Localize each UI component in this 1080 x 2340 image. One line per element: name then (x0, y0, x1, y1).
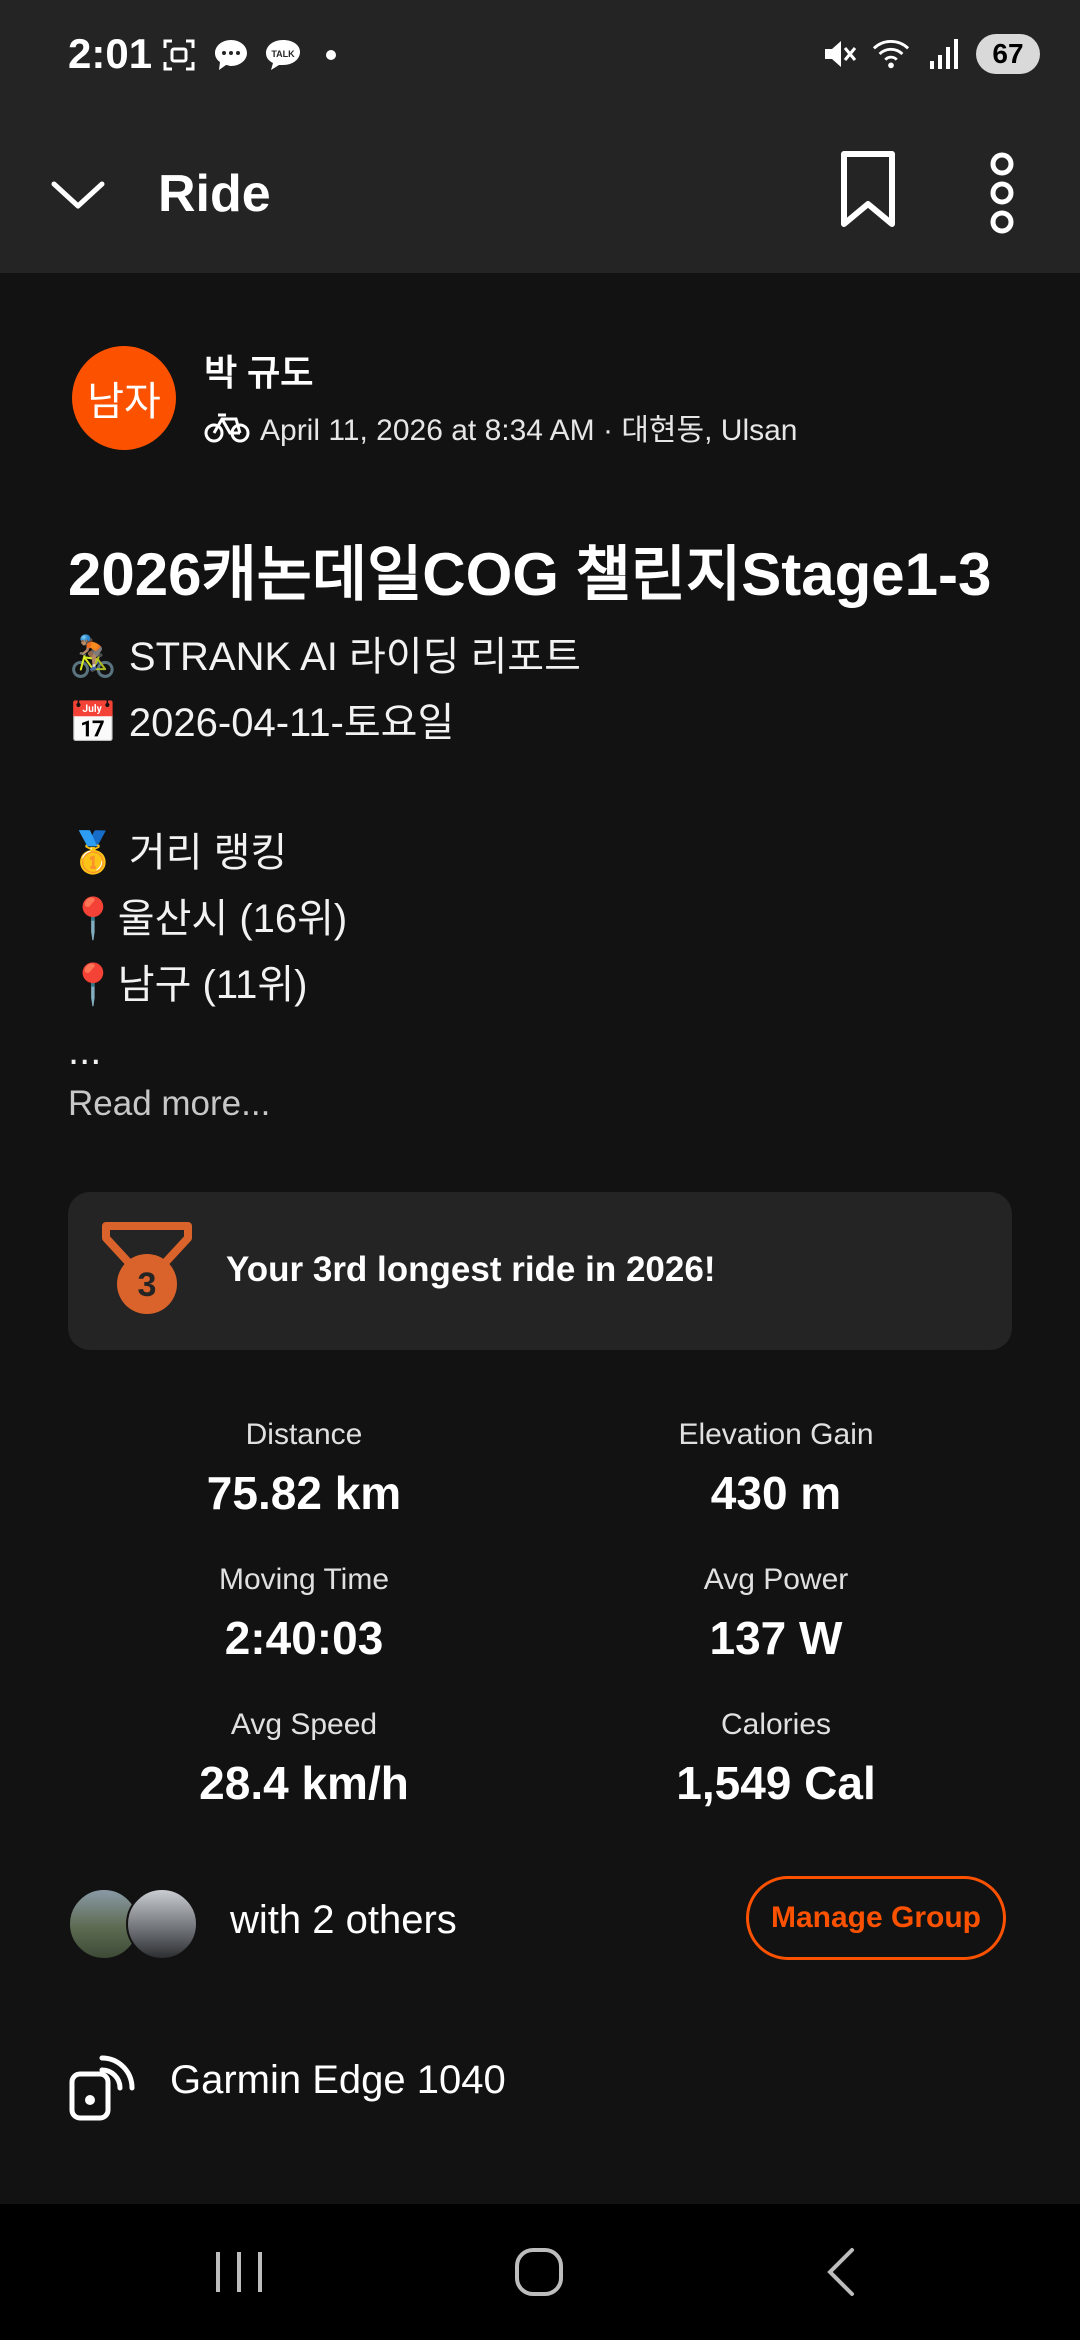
system-nav-bar (0, 2204, 1080, 2340)
stat-elevation-gain: Elevation Gain 430 m (566, 1418, 986, 1520)
description-line: 📅 2026-04-11-토요일 (68, 701, 455, 745)
activity-description: 🚴🏽 STRANK AI 라이딩 리포트 📅 2026-04-11-토요일 🥇 … (68, 624, 581, 1084)
achievement-text: Your 3rd longest ride in 2026! (226, 1250, 716, 1289)
more-notifications-dot (326, 50, 336, 60)
home-icon (515, 2248, 563, 2296)
stat-label: Moving Time (218, 1563, 390, 1596)
bike-icon (204, 413, 250, 443)
back-chevron-icon (827, 2248, 854, 2296)
stat-avg-power: Avg Power 137 W (566, 1563, 986, 1665)
bronze-medal-icon: 3 (102, 1222, 192, 1314)
system-icons: 67 (820, 34, 1040, 74)
bookmark-icon (841, 151, 895, 227)
read-more-link[interactable]: Read more... (68, 1084, 270, 1124)
mute-icon (820, 35, 858, 73)
group-text[interactable]: with 2 others (230, 1898, 457, 1943)
avatar[interactable]: 남자 (72, 346, 176, 450)
stat-value: 137 W (709, 1612, 843, 1664)
manage-group-button[interactable]: Manage Group (746, 1876, 1006, 1960)
activity-meta: April 11, 2026 at 8:34 AM · 대현동, Ulsan (204, 405, 798, 449)
status-time: 2:01 (68, 30, 153, 77)
battery-indicator: 67 (976, 34, 1040, 74)
more-vertical-icon (990, 152, 1014, 234)
stat-label: Calories (720, 1708, 832, 1741)
stat-moving-time: Moving Time 2:40:03 (94, 1563, 514, 1665)
more-options-button[interactable] (976, 148, 1028, 238)
device-sync-icon (69, 2055, 135, 2121)
svg-text:TALK: TALK (271, 49, 295, 59)
description-line: 📍울산시 (16위) (68, 897, 348, 941)
group-member-avatar (126, 1888, 198, 1960)
activity-date-location: April 11, 2026 at 8:34 AM · 대현동, Ulsan (260, 414, 798, 447)
author-name[interactable]: 박 규도 (204, 344, 313, 396)
stat-avg-speed: Avg Speed 28.4 km/h (94, 1708, 514, 1810)
stat-value: 1,549 Cal (676, 1757, 876, 1809)
signal-icon (924, 35, 962, 73)
notification-icons: TALK (160, 36, 336, 74)
stat-calories: Calories 1,549 Cal (566, 1708, 986, 1810)
device-name: Garmin Edge 1040 (170, 2058, 506, 2102)
activity-title: 2026캐논데일COG 챌린지Stage1-3 (68, 541, 992, 608)
description-line (68, 756, 581, 820)
stat-distance: Distance 75.82 km (94, 1418, 514, 1520)
page-title: Ride (158, 165, 271, 223)
description-line: 📍남구 (11위) (68, 963, 308, 1007)
bookmark-button[interactable] (836, 148, 900, 232)
wifi-icon (872, 35, 910, 73)
stat-label: Elevation Gain (678, 1418, 874, 1451)
back-button[interactable] (806, 2242, 876, 2302)
stat-value: 430 m (710, 1467, 842, 1519)
stat-value: 2:40:03 (224, 1612, 384, 1664)
recent-apps-button[interactable] (204, 2242, 274, 2302)
collapse-button[interactable] (48, 166, 108, 226)
stat-label: Distance (245, 1418, 363, 1451)
stat-value: 75.82 km (206, 1467, 402, 1519)
screenshot-icon (160, 36, 198, 74)
description-line: 🚴🏽 STRANK AI 라이딩 리포트 (68, 635, 581, 679)
status-bar: 2:01 TALK 67 (0, 0, 1080, 118)
medal-rank: 3 (138, 1266, 157, 1304)
group-avatars[interactable] (68, 1888, 198, 1960)
message-icon (212, 36, 250, 74)
chevron-down-icon (51, 181, 105, 209)
home-button[interactable] (504, 2242, 574, 2302)
app-bar: Ride (0, 118, 1080, 273)
stat-value: 28.4 km/h (199, 1757, 409, 1809)
description-line: ... (68, 1029, 102, 1073)
stat-label: Avg Power (703, 1563, 849, 1596)
achievement-card[interactable]: 3 Your 3rd longest ride in 2026! (68, 1192, 1012, 1350)
talk-icon: TALK (264, 36, 302, 74)
description-line: 🥇 거리 랭킹 (68, 831, 288, 875)
recent-apps-icon (216, 2252, 262, 2292)
stat-label: Avg Speed (230, 1708, 378, 1741)
